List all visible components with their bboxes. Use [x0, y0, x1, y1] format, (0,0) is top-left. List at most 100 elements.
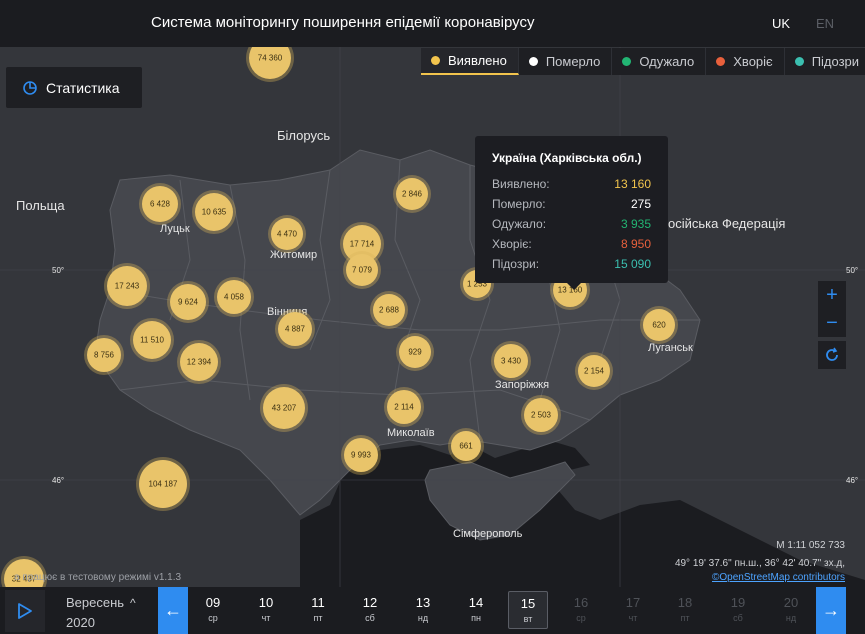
cluster-marker[interactable]: 43 207	[260, 384, 308, 432]
cluster-count: 2 688	[379, 306, 400, 315]
timeline-bar: Вересень 2020 ^ ← 09 ср 10 чт 11 пт 12 сб 13 нд 14…	[0, 587, 865, 634]
cluster-count: 620	[652, 321, 666, 330]
deaths-dot-icon	[528, 57, 538, 66]
cluster-marker[interactable]: 9 993	[341, 435, 381, 475]
tab-label: Підозри	[811, 54, 860, 69]
osm-attribution-link[interactable]: ©OpenStreetMap contributors	[712, 572, 845, 583]
tooltip-row: Хворіє: 8 950	[492, 234, 651, 254]
tab-deaths[interactable]: Померло	[519, 48, 613, 75]
cluster-marker[interactable]: 3 430	[491, 341, 531, 381]
day-number: 12	[362, 595, 378, 610]
minus-icon: −	[826, 311, 838, 334]
day-item[interactable]: 15 вт	[508, 591, 548, 629]
month-label: Вересень	[66, 595, 125, 610]
tooltip-row: Померло: 275	[492, 194, 651, 214]
day-weekday: чт	[628, 613, 638, 623]
map-canvas[interactable]: 50° 50° 46° 46° Білорусь Польща Луцьк Жи…	[0, 47, 865, 587]
cluster-marker[interactable]: 8 756	[84, 335, 124, 375]
day-item: 16 ср	[561, 591, 601, 629]
day-item[interactable]: 09 ср	[193, 591, 233, 629]
tooltip-title: Україна (Харківська обл.)	[492, 151, 642, 165]
cluster-marker[interactable]: 2 154	[575, 352, 613, 390]
lang-uk-button[interactable]: UK	[772, 16, 790, 31]
tab-detected[interactable]: Виявлено	[421, 48, 519, 75]
cluster-marker[interactable]: 17 243	[104, 263, 150, 309]
tab-label: Померло	[545, 54, 601, 69]
tooltip-label: Підозри:	[492, 257, 540, 271]
tooltip-value: 3 935	[620, 217, 651, 231]
day-item[interactable]: 12 сб	[350, 591, 390, 629]
day-item[interactable]: 11 пт	[298, 591, 338, 629]
cluster-marker[interactable]: 12 394	[177, 340, 221, 384]
cluster-count: 104 187	[149, 480, 178, 489]
cluster-count: 3 430	[501, 357, 522, 366]
tooltip-label: Хворіє:	[492, 237, 532, 251]
map-label-poland: Польща	[16, 198, 65, 213]
lat-label: 50°	[846, 266, 858, 275]
app-root: Система моніторингу поширення епідемії к…	[0, 0, 865, 634]
cluster-marker[interactable]: 4 887	[275, 309, 315, 349]
zoom-out-button[interactable]: −	[818, 309, 846, 337]
cluster-count: 12 394	[187, 358, 212, 367]
cluster-marker[interactable]: 10 635	[192, 190, 236, 234]
cluster-marker[interactable]: 6 428	[139, 183, 181, 225]
day-number: 15	[520, 596, 536, 611]
day-item[interactable]: 13 нд	[403, 591, 443, 629]
cluster-marker[interactable]: 104 187	[136, 457, 190, 511]
cursor-coordinates: 49° 19' 37.6" пн.ш., 36° 42' 40.7" зх.д,	[674, 558, 845, 569]
statistics-button-label: Статистика	[46, 79, 120, 96]
map-label-mykolaiv: Миколаїв	[387, 427, 435, 439]
day-number: 13	[415, 595, 431, 610]
tooltip-value: 15 090	[614, 257, 651, 271]
cluster-marker[interactable]: 9 624	[167, 281, 209, 323]
map-scale: M 1:11 052 733	[776, 540, 845, 551]
tooltip-value: 8 950	[620, 237, 651, 251]
lang-en-button[interactable]: EN	[816, 16, 834, 31]
month-selector[interactable]: Вересень 2020	[66, 595, 124, 630]
cluster-marker[interactable]: 2 503	[521, 395, 561, 435]
statistics-button[interactable]: Статистика	[6, 67, 142, 108]
lat-label: 50°	[52, 266, 64, 275]
cluster-marker[interactable]: 2 846	[393, 175, 431, 213]
day-weekday: нд	[417, 613, 429, 623]
cluster-marker[interactable]: 11 510	[130, 318, 174, 362]
day-number: 14	[468, 595, 484, 610]
cluster-count: 4 470	[277, 230, 298, 239]
day-number: 11	[311, 595, 325, 610]
reset-view-button[interactable]	[818, 341, 846, 369]
tab-suspected[interactable]: Підозри	[785, 48, 865, 75]
cluster-count: 11 510	[140, 336, 164, 345]
map-label-simferopol: Сімферополь	[453, 528, 523, 540]
tab-label: Хворіє	[733, 54, 773, 69]
cluster-count: 661	[459, 442, 473, 451]
cluster-marker[interactable]: 4 058	[214, 277, 254, 317]
day-item[interactable]: 10 чт	[246, 591, 286, 629]
cluster-marker[interactable]: 620	[640, 306, 678, 344]
tooltip-arrow	[567, 283, 581, 290]
cluster-marker[interactable]: 661	[448, 428, 484, 464]
day-weekday: вт	[523, 614, 533, 624]
tab-sick[interactable]: Хворіє	[706, 48, 785, 75]
prev-day-button[interactable]: ←	[158, 587, 188, 634]
region-tooltip: Україна (Харківська обл.) Виявлено: 13 1…	[475, 136, 668, 290]
chevron-up-icon[interactable]: ^	[130, 596, 136, 610]
day-item[interactable]: 14 пн	[456, 591, 496, 629]
cluster-marker[interactable]: 2 114	[384, 387, 424, 427]
tab-label: Виявлено	[448, 53, 507, 68]
cluster-marker[interactable]: 7 079	[343, 251, 381, 289]
cluster-marker[interactable]: 2 688	[370, 291, 408, 329]
cluster-marker[interactable]: 4 470	[268, 215, 306, 253]
cluster-count: 43 207	[272, 404, 297, 413]
cluster-count: 7 079	[352, 266, 373, 275]
day-weekday: пн	[471, 613, 481, 623]
tooltip-value: 275	[630, 197, 651, 211]
header-bar: Система моніторингу поширення епідемії к…	[0, 0, 865, 47]
play-button[interactable]	[5, 590, 45, 632]
cluster-count: 4 887	[285, 325, 306, 334]
zoom-in-button[interactable]: +	[818, 281, 846, 309]
tab-recovered[interactable]: Одужало	[612, 48, 707, 75]
cluster-marker[interactable]: 929	[396, 333, 434, 371]
next-day-button[interactable]: →	[816, 587, 846, 634]
tooltip-row: Виявлено: 13 160	[492, 174, 651, 194]
test-mode-notice: а працює в тестовому режимі v1.1.3	[14, 572, 182, 583]
